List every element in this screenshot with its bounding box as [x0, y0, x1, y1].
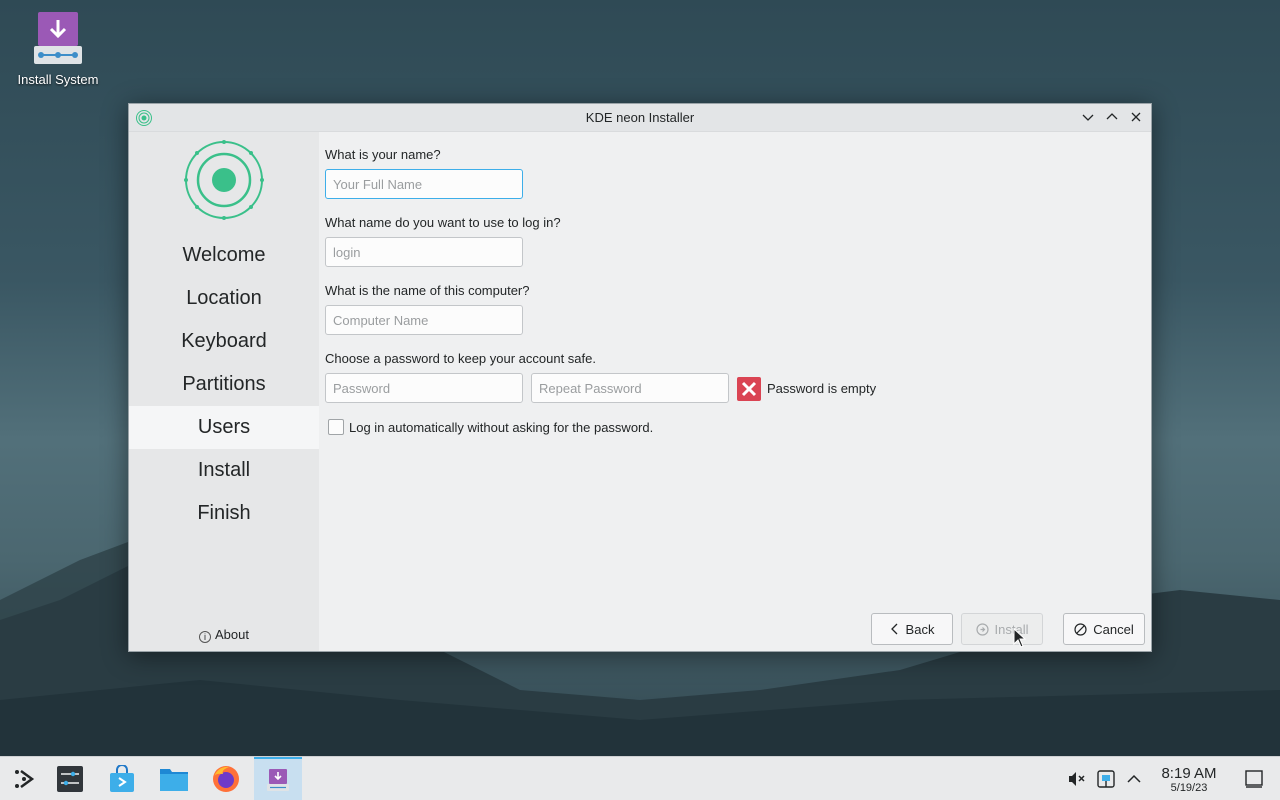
settings-icon — [57, 766, 83, 792]
desktop-icon-label: Install System — [17, 72, 99, 87]
step-location: Location — [186, 287, 262, 309]
password-error-message: Password is empty — [767, 381, 877, 396]
window-titlebar[interactable]: KDE neon Installer — [129, 104, 1151, 132]
step-list: Welcome Location Keyboard Partitions Use… — [129, 234, 319, 535]
step-users: Users — [129, 406, 319, 449]
discover-bag-icon — [110, 765, 134, 792]
folder-icon — [160, 769, 188, 791]
computer-question: What is the name of this computer? — [325, 283, 530, 298]
step-welcome: Welcome — [182, 244, 266, 266]
window-title: KDE neon Installer — [585, 110, 695, 125]
info-icon: i — [199, 631, 211, 643]
repeat-password-input[interactable] — [531, 373, 729, 403]
install-icon — [975, 622, 989, 636]
cancel-label: Cancel — [1093, 621, 1134, 637]
firefox-icon — [213, 766, 239, 792]
chevron-up-icon — [1127, 774, 1141, 783]
installer-icon — [267, 769, 289, 791]
login-question: What name do you want to use to log in? — [325, 215, 561, 230]
chevron-up-icon — [1106, 113, 1118, 120]
step-install: Install — [197, 459, 251, 481]
password-question: Choose a password to keep your account s… — [325, 351, 596, 366]
maximize-button[interactable] — [1103, 108, 1121, 126]
back-button[interactable]: Back — [871, 613, 953, 645]
error-x-icon — [737, 377, 761, 401]
close-button[interactable] — [1127, 108, 1145, 126]
show-desktop-icon — [1245, 770, 1263, 788]
system-settings-button[interactable] — [46, 757, 94, 800]
users-page: What is your name? What name do you want… — [319, 132, 1151, 651]
clock-date: 5/19/23 — [1170, 782, 1208, 794]
file-manager-button[interactable] — [150, 757, 198, 800]
name-question: What is your name? — [325, 147, 441, 162]
show-desktop-button[interactable] — [1230, 757, 1278, 800]
chevron-left-icon — [890, 623, 898, 635]
close-icon — [1131, 112, 1141, 122]
step-keyboard: Keyboard — [181, 330, 267, 352]
step-partitions: Partitions — [182, 373, 266, 395]
application-launcher-button[interactable] — [0, 757, 48, 800]
cancel-button[interactable]: Cancel — [1063, 613, 1145, 645]
autologin-checkbox[interactable] — [328, 419, 344, 435]
installer-sidebar: Welcome Location Keyboard Partitions Use… — [129, 132, 319, 651]
step-finish: Finish — [197, 502, 251, 524]
login-input[interactable] — [325, 237, 523, 267]
cancel-icon — [1074, 622, 1087, 636]
full-name-input[interactable] — [325, 169, 523, 199]
neon-large-logo-icon — [183, 139, 265, 226]
autologin-label[interactable]: Log in automatically without asking for … — [349, 420, 653, 435]
install-system-desktop-icon[interactable]: Install System — [10, 10, 106, 87]
back-label: Back — [905, 621, 935, 637]
chevron-down-icon — [1082, 114, 1094, 121]
taskbar: 8:19 AM 5/19/23 — [0, 756, 1280, 800]
kde-launcher-icon — [15, 769, 35, 789]
firefox-button[interactable] — [202, 757, 250, 800]
discover-button[interactable] — [98, 757, 146, 800]
mouse-cursor-icon — [1013, 628, 1027, 648]
installer-icon — [31, 10, 85, 66]
password-input[interactable] — [325, 373, 523, 403]
installer-window: KDE neon Installer Welcome Location Keyb… — [128, 103, 1152, 652]
computer-name-input[interactable] — [325, 305, 523, 335]
minimize-button[interactable] — [1079, 108, 1097, 126]
installer-task-button[interactable] — [254, 757, 302, 800]
install-button[interactable]: Install — [961, 613, 1043, 645]
about-button[interactable]: i About — [129, 627, 319, 643]
about-label: About — [215, 627, 249, 642]
clock-time: 8:19 AM — [1161, 765, 1217, 782]
digital-clock[interactable]: 8:19 AM 5/19/23 — [1150, 765, 1228, 794]
